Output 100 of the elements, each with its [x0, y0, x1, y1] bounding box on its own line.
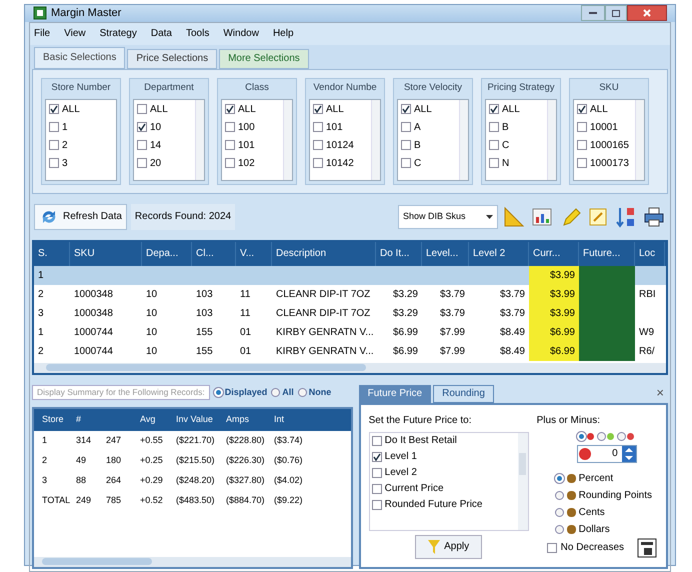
printer-icon[interactable] [642, 204, 666, 228]
checkbox-label[interactable]: Current Price [384, 481, 444, 496]
checkbox[interactable] [225, 122, 235, 132]
checkbox[interactable] [372, 436, 382, 446]
checkbox-label[interactable]: B [502, 120, 509, 134]
radio-label[interactable]: All [282, 386, 294, 400]
filter-dropdown[interactable]: Show DIB Skus [398, 204, 498, 228]
radio-label[interactable]: Displayed [224, 386, 268, 400]
checkbox[interactable] [49, 140, 59, 150]
checkbox-label[interactable]: 1 [62, 120, 68, 134]
checkbox-label[interactable]: ALL [414, 102, 432, 116]
column-header[interactable]: Store [42, 412, 76, 426]
tab[interactable]: Rounding [433, 384, 494, 402]
menu-item[interactable]: File [34, 26, 50, 41]
apply-button[interactable]: Apply [415, 534, 482, 558]
menu-item[interactable]: View [64, 26, 86, 41]
tab[interactable]: Price Selections [127, 48, 218, 68]
menu-item[interactable]: Window [223, 26, 259, 41]
spinner-icon[interactable] [622, 446, 636, 462]
menu-item[interactable]: Strategy [100, 26, 137, 41]
refresh-button[interactable]: Refresh Data [34, 204, 127, 230]
horizontal-scrollbar[interactable] [34, 362, 666, 372]
checkbox[interactable] [577, 158, 587, 168]
menu-item[interactable]: Help [272, 26, 294, 41]
vertical-scrollbar[interactable] [635, 100, 644, 180]
checkbox[interactable] [372, 484, 382, 494]
checkbox-label[interactable]: 10001 [590, 120, 618, 134]
checkbox[interactable] [401, 104, 411, 114]
checkbox-label[interactable]: 2 [62, 138, 68, 152]
checkbox[interactable] [401, 158, 411, 168]
column-header[interactable]: Amps [226, 412, 274, 426]
checkbox[interactable] [313, 140, 323, 150]
checkbox[interactable] [313, 104, 323, 114]
checkbox[interactable] [137, 158, 147, 168]
radio-button[interactable] [554, 524, 564, 534]
vertical-scrollbar[interactable] [371, 100, 380, 180]
checkbox[interactable] [137, 104, 147, 114]
radio-label[interactable]: Cents [578, 504, 605, 520]
checkbox-label[interactable]: C [414, 156, 422, 170]
tab[interactable]: Future Price [358, 384, 432, 402]
table-row[interactable]: 1 $3.99 [34, 266, 666, 284]
checkbox-label[interactable]: 1000173 [590, 156, 629, 170]
table-row[interactable]: 2 1000348 10 103 11 CLEANR DIP-IT 7OZ $3.29 $3.79 $3.79 $3.99 RBI [34, 284, 666, 304]
checkbox-label[interactable]: Level 1 [384, 449, 417, 464]
vertical-scrollbar[interactable] [195, 100, 204, 180]
checkbox-label[interactable]: 10142 [326, 156, 354, 170]
checkbox-label[interactable]: ALL [238, 102, 256, 116]
column-header[interactable]: Inv Value [176, 412, 226, 426]
tab[interactable]: More Selections [219, 48, 309, 68]
checkbox[interactable] [489, 158, 499, 168]
checkbox[interactable] [313, 158, 323, 168]
column-header[interactable]: # [76, 412, 106, 426]
close-button[interactable] [627, 5, 667, 22]
checkbox-label[interactable]: 101 [326, 120, 343, 134]
radio-button[interactable] [298, 388, 307, 397]
checkbox[interactable] [577, 104, 587, 114]
minimize-button[interactable] [581, 5, 605, 22]
checkbox[interactable] [225, 104, 235, 114]
checkbox[interactable] [489, 140, 499, 150]
checkbox-label[interactable]: 1000165 [590, 138, 629, 152]
checkbox[interactable] [313, 122, 323, 132]
vertical-scrollbar[interactable] [283, 100, 292, 180]
checkbox[interactable] [489, 104, 499, 114]
column-header[interactable]: Int [274, 412, 314, 426]
close-icon[interactable]: × [656, 383, 668, 402]
checkbox-label[interactable]: C [502, 138, 510, 152]
checkbox[interactable] [137, 122, 147, 132]
checkbox-label[interactable]: 14 [150, 138, 162, 152]
checkbox-label[interactable]: 10124 [326, 138, 354, 152]
horizontal-scrollbar[interactable] [34, 556, 351, 566]
checkbox[interactable] [577, 140, 587, 150]
checkbox-label[interactable]: ALL [590, 102, 608, 116]
tab[interactable]: Basic Selections [34, 46, 126, 68]
checkbox-label[interactable]: Level 2 [384, 465, 417, 480]
checkbox[interactable] [372, 500, 382, 510]
checkbox-label[interactable]: ALL [62, 102, 80, 116]
checkbox-label[interactable]: B [414, 138, 421, 152]
checkbox[interactable] [225, 140, 235, 150]
checkbox[interactable] [49, 104, 59, 114]
checkbox-label[interactable]: N [502, 156, 510, 170]
checkbox-label[interactable]: 10 [150, 120, 162, 134]
radio-button[interactable] [616, 432, 626, 440]
menu-item[interactable]: Data [150, 26, 172, 41]
checkbox-label[interactable]: No Decreases [560, 540, 624, 555]
checkbox[interactable] [49, 158, 59, 168]
checkbox-label[interactable]: 100 [238, 120, 255, 134]
radio-button[interactable] [271, 388, 280, 397]
checkbox-label[interactable]: ALL [502, 102, 520, 116]
checkbox-label[interactable]: A [414, 120, 421, 134]
radio-button[interactable] [554, 490, 564, 500]
checkbox[interactable] [372, 452, 382, 462]
checkbox-label[interactable]: 101 [238, 138, 255, 152]
menu-item[interactable]: Tools [186, 26, 210, 41]
checkbox-label[interactable]: 20 [150, 156, 162, 170]
checkbox[interactable] [49, 122, 59, 132]
radio-label[interactable]: None [308, 386, 332, 400]
checkbox[interactable] [401, 140, 411, 150]
checkbox-label[interactable]: Do It Best Retail [384, 433, 457, 448]
vertical-scrollbar[interactable] [518, 432, 528, 530]
radio-label[interactable]: Rounding Points [578, 488, 652, 502]
